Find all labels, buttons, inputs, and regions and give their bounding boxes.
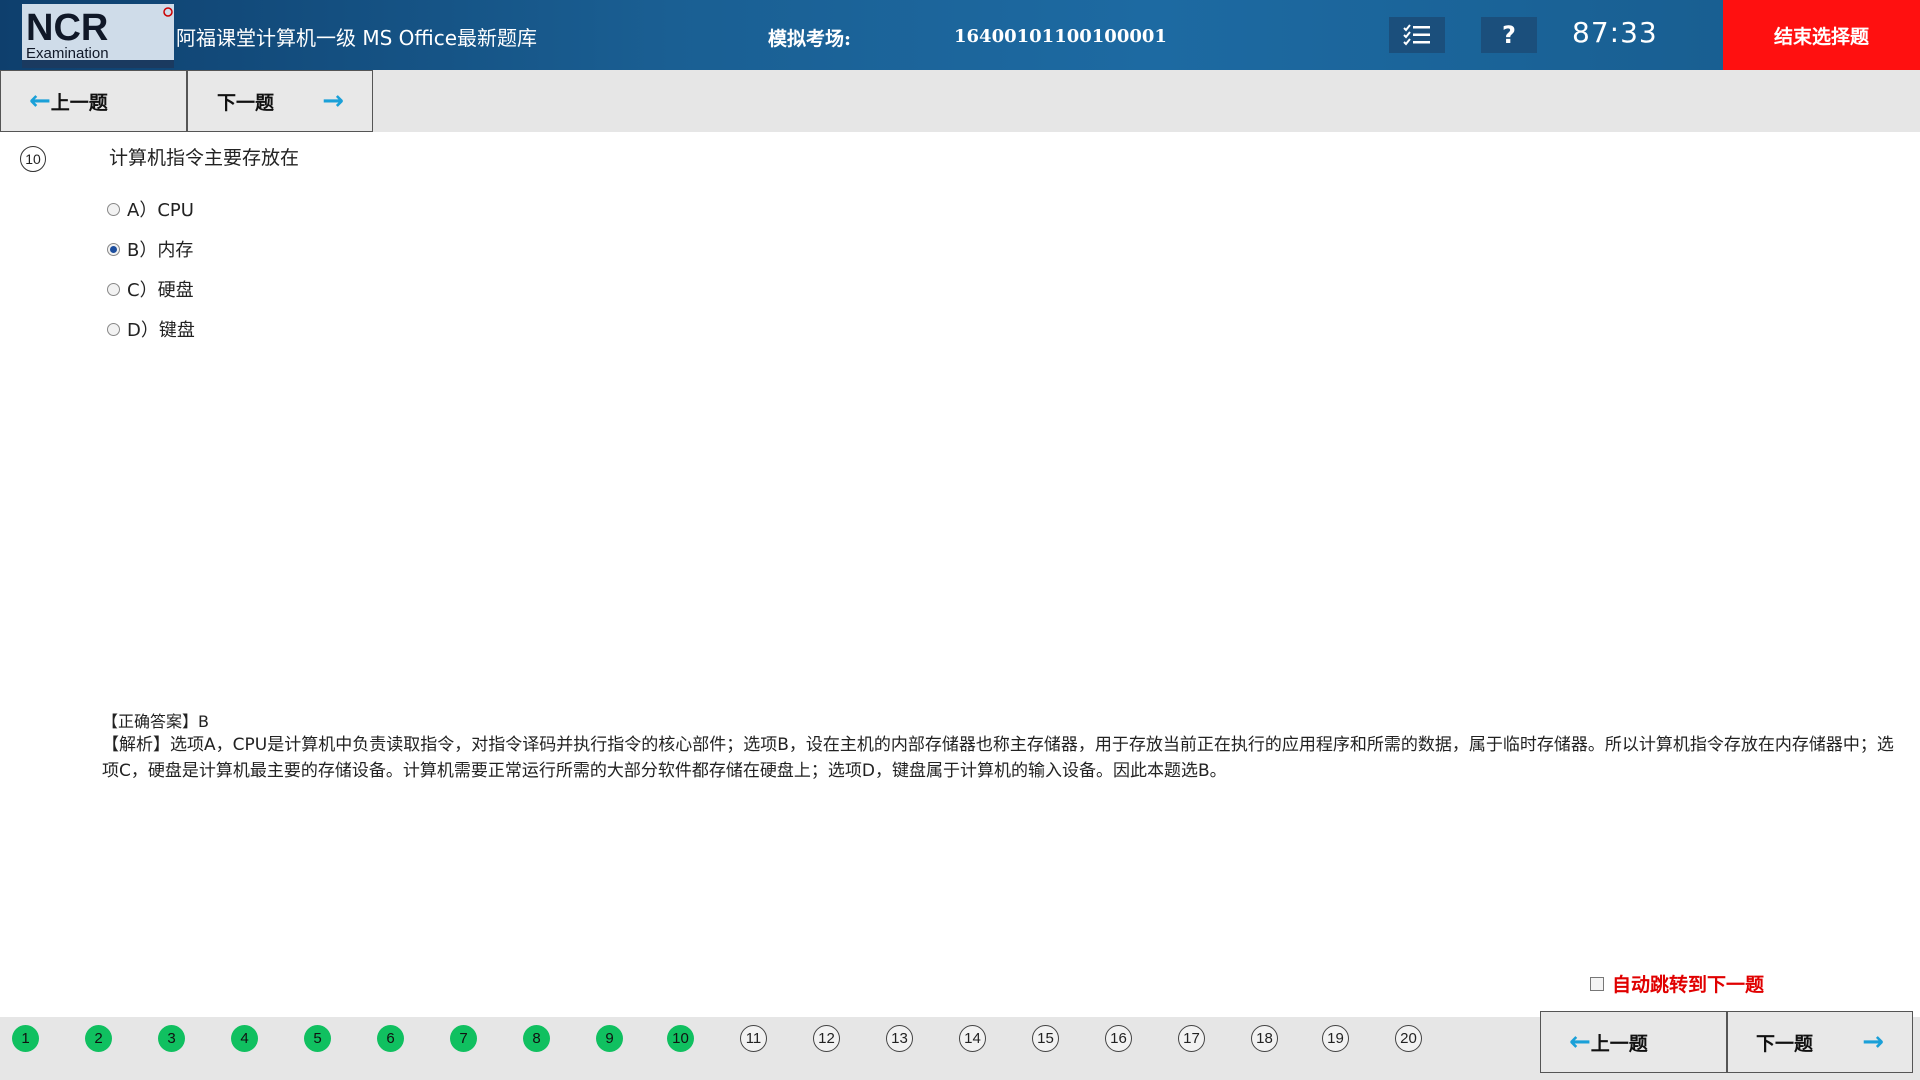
header-bar: NCR Examination 阿福课堂计算机一级 MS Office最新题库 … (0, 0, 1920, 70)
prev-label: 上一题 (50, 91, 108, 114)
question-dot-4[interactable]: 4 (231, 1025, 258, 1052)
next-label: 下一题 (217, 91, 275, 114)
app-title: 阿福课堂计算机一级 MS Office最新题库 (176, 26, 538, 50)
next-question-button-bottom[interactable]: 下一题 → (1727, 1011, 1913, 1073)
prev-label: 上一题 (1590, 1032, 1648, 1055)
exam-room-label: 模拟考场: (768, 28, 852, 50)
countdown-timer: 87:33 (1572, 16, 1658, 49)
question-dot-15[interactable]: 15 (1032, 1025, 1059, 1052)
question-number-badge: 10 (20, 146, 46, 172)
question-dot-10[interactable]: 10 (667, 1025, 694, 1052)
help-button[interactable]: ? (1481, 17, 1537, 53)
top-nav-bar: ← 上一题 下一题 → (0, 70, 1920, 132)
help-icon: ? (1502, 21, 1516, 49)
option-b-radio[interactable] (107, 242, 120, 256)
prev-question-button-bottom[interactable]: ← 上一题 (1540, 1011, 1727, 1073)
arrow-right-icon: → (322, 86, 344, 116)
list-check-icon (1403, 24, 1430, 46)
logo-letters: NCR (26, 7, 108, 49)
auto-jump-toggle[interactable]: 自动跳转到下一题 (1590, 970, 1764, 997)
question-dot-11[interactable]: 11 (740, 1025, 767, 1052)
option-c-label: C）硬盘 (127, 280, 194, 301)
question-dot-16[interactable]: 16 (1105, 1025, 1132, 1052)
arrow-left-icon: ← (1569, 1027, 1591, 1057)
correct-answer: 【正确答案】B (102, 712, 209, 731)
question-dot-9[interactable]: 9 (596, 1025, 623, 1052)
question-dot-17[interactable]: 17 (1178, 1025, 1205, 1052)
question-dot-2[interactable]: 2 (85, 1025, 112, 1052)
question-dot-19[interactable]: 19 (1322, 1025, 1349, 1052)
analysis-text: 【解析】选项A，CPU是计算机中负责读取指令，对指令译码并执行指令的核心部件；选… (102, 735, 1894, 781)
option-a-label: A）CPU (127, 200, 194, 221)
logo-sub: Examination (26, 45, 109, 62)
auto-jump-label: 自动跳转到下一题 (1612, 974, 1765, 996)
question-list-button[interactable] (1389, 17, 1445, 53)
ncr-logo: NCR Examination (22, 4, 174, 68)
option-c[interactable]: C）硬盘 (107, 276, 194, 302)
question-dot-1[interactable]: 1 (12, 1025, 39, 1052)
option-d-radio[interactable] (107, 322, 120, 336)
question-dot-13[interactable]: 13 (886, 1025, 913, 1052)
question-dot-6[interactable]: 6 (377, 1025, 404, 1052)
question-dot-18[interactable]: 18 (1251, 1025, 1278, 1052)
option-a[interactable]: A）CPU (107, 196, 194, 222)
option-d-label: D）键盘 (127, 320, 195, 341)
question-dot-5[interactable]: 5 (304, 1025, 331, 1052)
question-dot-3[interactable]: 3 (158, 1025, 185, 1052)
exam-number: 16400101100100001 (954, 26, 1167, 47)
arrow-left-icon: ← (29, 86, 51, 116)
auto-jump-checkbox[interactable] (1590, 976, 1604, 991)
question-dot-12[interactable]: 12 (813, 1025, 840, 1052)
option-d[interactable]: D）键盘 (107, 316, 195, 342)
question-text: 计算机指令主要存放在 (109, 147, 300, 169)
option-b-label: B）内存 (127, 240, 194, 261)
arrow-right-icon: → (1862, 1027, 1884, 1057)
next-label: 下一题 (1756, 1032, 1814, 1055)
prev-question-button-top[interactable]: ← 上一题 (0, 70, 187, 132)
option-c-radio[interactable] (107, 282, 120, 296)
end-choice-button[interactable]: 结束选择题 (1723, 0, 1920, 70)
question-dot-7[interactable]: 7 (450, 1025, 477, 1052)
option-a-radio[interactable] (107, 202, 120, 216)
answer-explanation: 【正确答案】B 【解析】选项A，CPU是计算机中负责读取指令，对指令译码并执行指… (102, 712, 1902, 784)
question-dot-8[interactable]: 8 (523, 1025, 550, 1052)
next-question-button-top[interactable]: 下一题 → (187, 70, 373, 132)
option-b[interactable]: B）内存 (107, 236, 193, 262)
question-dot-20[interactable]: 20 (1395, 1025, 1422, 1052)
question-dot-14[interactable]: 14 (959, 1025, 986, 1052)
